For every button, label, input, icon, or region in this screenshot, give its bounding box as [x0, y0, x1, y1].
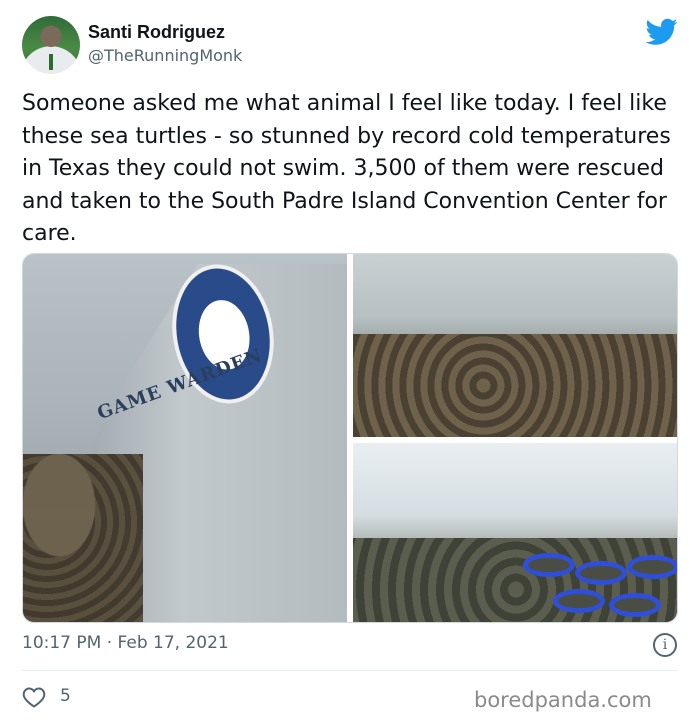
info-icon[interactable]: i	[653, 633, 677, 657]
divider	[22, 670, 678, 671]
photo-boat[interactable]: GAME WARDEN	[23, 254, 347, 622]
heart-icon[interactable]	[22, 686, 46, 708]
photo-boat-deck[interactable]	[353, 254, 677, 437]
media-grid[interactable]: GAME WARDEN	[22, 253, 678, 623]
blue-tubs	[523, 553, 677, 622]
photo-convention-center[interactable]	[353, 443, 677, 622]
source-watermark: boredpanda.com	[474, 688, 652, 712]
turtles-pile	[23, 454, 143, 622]
like-count: 5	[60, 686, 71, 706]
author-handle[interactable]: @TheRunningMonk	[88, 46, 242, 65]
twitter-bird-icon[interactable]	[646, 18, 678, 46]
tweet-card: Santi Rodriguez @TheRunningMonk Someone …	[0, 0, 700, 724]
turtles-on-deck	[353, 334, 677, 437]
tweet-text: Someone asked me what animal I feel like…	[22, 91, 671, 246]
avatar[interactable]	[22, 16, 80, 74]
tweet-timestamp[interactable]: 10:17 PM · Feb 17, 2021	[22, 633, 229, 653]
author-name[interactable]: Santi Rodriguez	[88, 22, 225, 43]
